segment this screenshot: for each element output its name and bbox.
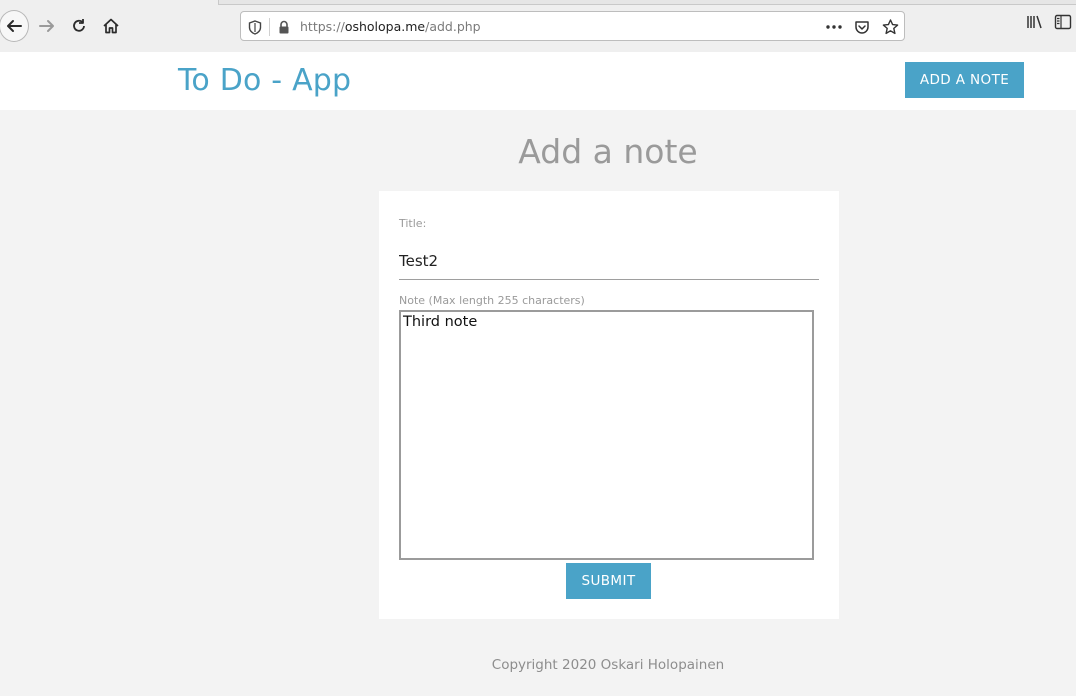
sidebar-icon[interactable] — [1054, 14, 1072, 34]
browser-toolbar: https://osholopa.me/add.php — [0, 0, 1076, 52]
reload-icon — [73, 19, 85, 32]
app-title[interactable]: To Do - App — [178, 63, 351, 98]
forward-arrow-icon — [39, 20, 54, 32]
site-header: To Do - App ADD A NOTE — [0, 52, 1076, 110]
star-icon[interactable] — [881, 18, 899, 36]
back-arrow-icon — [7, 20, 22, 32]
shield-icon[interactable] — [246, 18, 264, 36]
lock-icon[interactable] — [275, 18, 293, 36]
url-text[interactable]: https://osholopa.me/add.php — [300, 19, 481, 34]
add-note-form: Title: Note (Max length 255 characters) … — [379, 191, 839, 619]
url-bar[interactable]: https://osholopa.me/add.php — [240, 11, 905, 41]
home-button[interactable] — [96, 11, 126, 41]
home-icon — [103, 18, 119, 34]
url-separator — [269, 18, 270, 36]
forward-button[interactable] — [32, 11, 62, 41]
submit-button[interactable]: SUBMIT — [566, 563, 651, 599]
url-scheme: https:// — [300, 19, 345, 34]
title-label: Title: — [399, 217, 427, 230]
title-input[interactable] — [399, 243, 819, 280]
pocket-icon[interactable] — [853, 18, 871, 36]
library-icon[interactable] — [1026, 14, 1044, 34]
page-title: Add a note — [518, 132, 698, 171]
note-textarea[interactable]: Third note — [399, 310, 814, 560]
add-note-button[interactable]: ADD A NOTE — [905, 62, 1024, 98]
url-path: /add.php — [425, 19, 481, 34]
more-dots-icon[interactable] — [825, 18, 843, 36]
back-button[interactable] — [0, 10, 29, 42]
tab-strip-edge — [218, 0, 1076, 5]
note-label: Note (Max length 255 characters) — [399, 294, 585, 307]
footer-copyright: Copyright 2020 Oskari Holopainen — [491, 657, 725, 673]
reload-button[interactable] — [64, 11, 94, 41]
url-host: osholopa.me — [344, 19, 426, 34]
